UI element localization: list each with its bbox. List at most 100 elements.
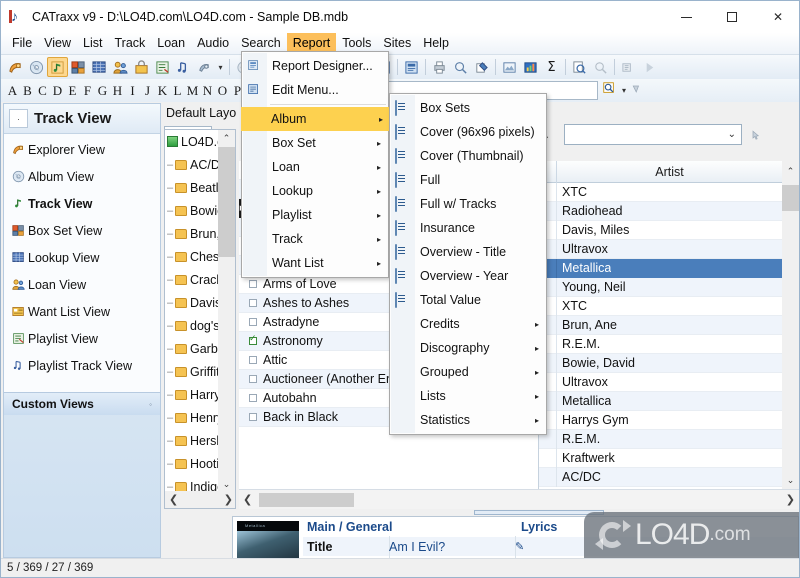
scroll-up-icon[interactable]: ⌃ <box>218 130 235 147</box>
sidebar-item-track-view[interactable]: Track View <box>4 190 160 217</box>
alpha-h[interactable]: H <box>110 83 125 99</box>
track-view-toolbar-icon[interactable] <box>47 57 68 77</box>
sidebar-item-explorer-view[interactable]: Explorer View <box>4 136 160 163</box>
batch-icon[interactable] <box>618 57 639 77</box>
menu-item-want-list[interactable]: Want List ▸ <box>242 251 388 275</box>
artist-vertical-scrollbar[interactable]: ⌄ <box>782 183 799 489</box>
export-image-icon[interactable] <box>499 57 520 77</box>
search-clear-icon[interactable] <box>631 83 645 97</box>
scroll-up-icon[interactable]: ⌃ <box>782 161 799 183</box>
alpha-c[interactable]: C <box>35 83 50 99</box>
sidebar-item-want-list-view[interactable]: Want List View <box>4 298 160 325</box>
alpha-j[interactable]: J <box>140 83 155 99</box>
column-header-artist[interactable]: Artist <box>557 165 782 179</box>
alpha-i[interactable]: I <box>125 83 140 99</box>
menu-item-lookup[interactable]: Lookup ▸ <box>242 179 388 203</box>
table-row[interactable]: Kraftwerk <box>539 448 799 468</box>
artist-scroll-thumb[interactable] <box>782 185 799 211</box>
submenu-item-full[interactable]: Full <box>390 168 546 192</box>
menu-loan[interactable]: Loan <box>151 33 191 54</box>
tree-horizontal-scrollbar[interactable]: ❮ ❯ <box>165 491 235 508</box>
alpha-b[interactable]: B <box>20 83 35 99</box>
table-row[interactable]: Radiohead <box>539 201 799 221</box>
row-checkbox[interactable] <box>249 375 257 383</box>
grid-scroll-thumb[interactable] <box>259 493 354 507</box>
scroll-left-icon[interactable]: ❮ <box>243 493 252 506</box>
table-row[interactable]: Bowie, David <box>539 353 799 373</box>
sidebar-item-loan-view[interactable]: Loan View <box>4 271 160 298</box>
submenu-item-statistics[interactable]: Statistics ▸ <box>390 408 546 432</box>
alpha-n[interactable]: N <box>200 83 215 99</box>
quick-filter-combo[interactable]: ⌄ <box>564 124 742 145</box>
playlist-track-view-toolbar-icon[interactable] <box>173 57 194 77</box>
submenu-item-box-sets[interactable]: Box Sets <box>390 96 546 120</box>
submenu-item-full-with-tracks[interactable]: Full w/ Tracks <box>390 192 546 216</box>
custom-view-dropdown-icon[interactable]: ▾ <box>215 57 226 77</box>
sidebar-item-playlist-track-view[interactable]: Playlist Track View <box>4 352 160 379</box>
table-row[interactable]: Brun, Ane <box>539 315 799 335</box>
row-checkbox[interactable] <box>249 413 257 421</box>
table-row[interactable]: AC/DC <box>539 467 799 487</box>
grid-horizontal-scrollbar[interactable]: ❮ ❯ <box>239 489 799 509</box>
menu-item-edit-menu[interactable]: Edit Menu... <box>242 78 388 102</box>
table-row[interactable]: R.E.M. <box>539 429 799 449</box>
loan-view-toolbar-icon[interactable] <box>110 57 131 77</box>
row-checkbox[interactable] <box>249 394 257 402</box>
scroll-down-icon[interactable]: ⌄ <box>782 472 799 489</box>
print-setup-icon[interactable] <box>471 57 492 77</box>
row-checkbox[interactable] <box>249 280 257 288</box>
row-checkbox[interactable] <box>249 318 257 326</box>
alpha-g[interactable]: G <box>95 83 110 99</box>
alpha-e[interactable]: E <box>65 83 80 99</box>
menu-item-report-designer[interactable]: Report Designer... <box>242 54 388 78</box>
menu-file[interactable]: File <box>6 33 38 54</box>
menu-item-loan[interactable]: Loan ▸ <box>242 155 388 179</box>
select-tool-icon[interactable] <box>750 129 763 142</box>
tree-scroll-thumb[interactable] <box>218 147 235 257</box>
menu-help[interactable]: Help <box>417 33 455 54</box>
row-checkbox[interactable] <box>249 299 257 307</box>
sum-icon[interactable]: Σ <box>541 57 562 77</box>
playlist-view-toolbar-icon[interactable] <box>152 57 173 77</box>
menu-item-album[interactable]: Album ▸ <box>241 107 390 131</box>
menu-item-playlist[interactable]: Playlist ▸ <box>242 203 388 227</box>
alpha-k[interactable]: K <box>155 83 170 99</box>
menu-view[interactable]: View <box>38 33 77 54</box>
alpha-a[interactable]: A <box>5 83 20 99</box>
table-row[interactable]: Harrys Gym <box>539 410 799 430</box>
table-row-selected[interactable]: Metallica <box>539 258 799 278</box>
find-icon[interactable] <box>569 57 590 77</box>
close-button[interactable]: ✕ <box>755 1 799 33</box>
table-row[interactable]: Ultravox <box>539 372 799 392</box>
sidebar-item-lookup-view[interactable]: Lookup View <box>4 244 160 271</box>
maximize-button[interactable] <box>709 1 755 33</box>
submenu-item-overview-year[interactable]: Overview - Year <box>390 264 546 288</box>
table-row[interactable]: Ultravox <box>539 239 799 259</box>
alpha-o[interactable]: O <box>215 83 230 99</box>
scroll-left-icon[interactable]: ❮ <box>169 493 178 506</box>
custom-view-toolbar-icon[interactable] <box>194 57 215 77</box>
submenu-item-cover-thumbnail[interactable]: Cover (Thumbnail) <box>390 144 546 168</box>
sidebar-section-expand-icon[interactable]: ◦ <box>149 400 152 409</box>
alpha-d[interactable]: D <box>50 83 65 99</box>
alpha-m[interactable]: M <box>185 83 200 99</box>
album-view-toolbar-icon[interactable] <box>26 57 47 77</box>
table-row[interactable]: XTC <box>539 182 799 202</box>
table-row[interactable]: Davis, Miles <box>539 220 799 240</box>
sidebar-item-playlist-view[interactable]: Playlist View <box>4 325 160 352</box>
sidebar-collapse-button[interactable]: · <box>9 109 28 128</box>
alpha-l[interactable]: L <box>170 83 185 99</box>
alpha-f[interactable]: F <box>80 83 95 99</box>
box-set-view-toolbar-icon[interactable] <box>68 57 89 77</box>
lookup-view-toolbar-icon[interactable] <box>89 57 110 77</box>
table-row[interactable]: R.E.M. <box>539 334 799 354</box>
tree-vertical-scrollbar[interactable]: ⌃ ⌄ <box>218 130 235 493</box>
scroll-right-icon[interactable]: ❯ <box>224 493 233 506</box>
scroll-right-icon[interactable]: ❯ <box>786 493 795 506</box>
sidebar-item-box-set-view[interactable]: Box Set View <box>4 217 160 244</box>
menu-list[interactable]: List <box>77 33 108 54</box>
menu-track[interactable]: Track <box>108 33 151 54</box>
submenu-item-grouped[interactable]: Grouped ▸ <box>390 360 546 384</box>
table-row[interactable]: Metallica <box>539 391 799 411</box>
menu-item-track[interactable]: Track ▸ <box>242 227 388 251</box>
